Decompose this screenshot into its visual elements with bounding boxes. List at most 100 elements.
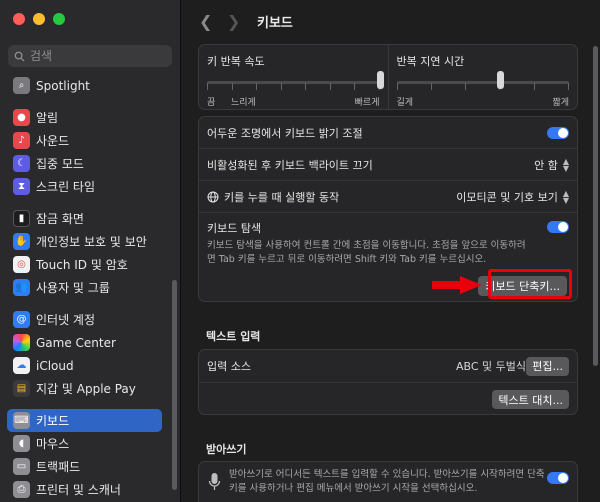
backlight-off-select[interactable]: 안 함 ▲ ▼ (534, 157, 569, 173)
key-repeat-slider[interactable] (376, 71, 384, 89)
sidebar-item-mouse[interactable]: ◖ 마우스 (7, 432, 162, 455)
main-scrollbar[interactable] (593, 46, 598, 366)
delay-label: 반복 지연 시간 (396, 55, 465, 68)
moon-icon: ☾ (13, 155, 30, 172)
up-down-chevron-icon: ▲ ▼ (562, 156, 569, 173)
sidebar-item-game-center[interactable]: Game Center (7, 331, 162, 354)
sidebar-item-label: Touch ID 및 암호 (36, 258, 128, 272)
key-repeat-rate: 키 반복 속도 끔 느리게 빠르게 (199, 45, 388, 109)
sidebar-item-label: 사용자 및 그룹 (36, 281, 110, 295)
window-controls (13, 13, 65, 25)
up-down-chevron-icon: ▲ ▼ (562, 188, 569, 205)
sound-icon: ♪ (13, 132, 30, 149)
text-replacements-button[interactable]: 텍스트 대치... (492, 390, 569, 409)
dictation-heading: 받아쓰기 (206, 443, 247, 456)
sidebar-item-wallet[interactable]: ▤ 지갑 및 Apple Pay (7, 377, 162, 400)
dictation-card: 받아쓰기로 어디서든 텍스트를 입력할 수 있습니다. 받아쓰기를 시작하려면 … (198, 461, 578, 502)
delay-max-label: 짧게 (552, 98, 569, 108)
trackpad-icon: ▭ (13, 458, 30, 475)
delay-ticks (396, 73, 570, 90)
backlight-toggle[interactable] (547, 126, 569, 139)
cloud-icon: ☁ (13, 357, 30, 374)
keyboard-navigation-label: 키보드 탐색 (207, 222, 262, 235)
toolbar: ❮ ❯ 키보드 (182, 0, 600, 42)
sidebar-item-label: Game Center (36, 335, 116, 350)
sidebar-item-spotlight[interactable]: ⌕ Spotlight (7, 74, 162, 97)
backlight-off-label: 비활성화된 후 키보드 백라이트 끄기 (207, 158, 373, 172)
spotlight-icon: ⌕ (13, 77, 30, 94)
dictation-toggle[interactable] (547, 472, 569, 484)
sidebar-item-screen-time[interactable]: ⧗ 스크린 타임 (7, 175, 162, 198)
globe-icon (207, 191, 219, 202)
sidebar-item-label: 인터넷 계정 (36, 313, 96, 327)
sidebar-item-label: iCloud (36, 358, 74, 373)
backlight-off-value: 안 함 (534, 158, 558, 172)
backlight-label: 어두운 조명에서 키보드 밝기 조절 (207, 126, 363, 140)
minimize-window-button[interactable] (33, 13, 45, 25)
game-center-icon (13, 334, 30, 351)
keyboard-navigation-toggle[interactable] (547, 221, 569, 233)
sidebar-item-users[interactable]: 👥 사용자 및 그룹 (7, 276, 162, 299)
users-icon: 👥 (13, 279, 30, 296)
forward-chevron-icon[interactable]: ❯ (227, 12, 255, 31)
mouse-icon: ◖ (13, 435, 30, 452)
sidebar-item-label: 키보드 (36, 414, 70, 428)
text-input-card: 입력 소스 ABC 및 두벌식 편집... 텍스트 대치... (198, 349, 578, 415)
sidebar-item-internet-accounts[interactable]: @ 인터넷 계정 (7, 308, 162, 331)
zoom-window-button[interactable] (53, 13, 65, 25)
printer-icon: ⎙ (13, 481, 30, 498)
main-pane: ❮ ❯ 키보드 키 반복 속도 끔 느리게 빠르게 반복 지연 시간 길게 짧게… (182, 0, 600, 502)
page-title: 키보드 (257, 15, 293, 31)
input-sources-value: ABC 및 두벌식 (455, 360, 526, 373)
keyboard-icon: ⌨ (13, 412, 30, 429)
delay-slider[interactable] (496, 71, 504, 89)
sidebar-item-label: 사운드 (36, 134, 70, 148)
sidebar-item-label: 잠금 화면 (36, 212, 84, 226)
sidebar-item-printers[interactable]: ⎙ 프린터 및 스캐너 (7, 478, 162, 501)
key-repeat-mid-label: 느리게 (231, 98, 256, 108)
hourglass-icon: ⧗ (13, 178, 30, 195)
back-chevron-icon[interactable]: ❮ (199, 12, 227, 31)
dictation-description: 받아쓰기로 어디서든 텍스트를 입력할 수 있습니다. 받아쓰기를 시작하려면 … (229, 469, 545, 494)
hand-icon: ✋ (13, 233, 30, 250)
wallet-icon: ▤ (13, 380, 30, 397)
red-arrow-icon (432, 276, 482, 294)
sidebar-item-label: 개인정보 보호 및 보안 (36, 235, 147, 249)
backlight-row: 어두운 조명에서 키보드 밝기 조절 (199, 117, 577, 149)
sidebar-item-sound[interactable]: ♪ 사운드 (7, 129, 162, 152)
sidebar-item-trackpad[interactable]: ▭ 트랙패드 (7, 455, 162, 478)
sidebar-scrollbar[interactable] (172, 280, 177, 490)
sidebar-item-focus[interactable]: ☾ 집중 모드 (7, 152, 162, 175)
keyboard-navigation-description: 키보드 탐색을 사용하여 컨트롤 간에 초점을 이동합니다. 초점을 앞으로 이… (207, 240, 526, 265)
sidebar-item-keyboard[interactable]: ⌨ 키보드 (7, 409, 162, 432)
sidebar-item-icloud[interactable]: ☁ iCloud (7, 354, 162, 377)
sidebar: ⌕ Spotlight ● 알림 ♪ 사운드 ☾ 집중 모드 ⧗ 스크린 타임 ▮ 잠금 화… (0, 0, 181, 502)
bell-icon: ● (13, 109, 30, 126)
close-window-button[interactable] (13, 13, 25, 25)
repeat-settings-card: 키 반복 속도 끔 느리게 빠르게 반복 지연 시간 길게 짧게 (198, 44, 578, 110)
sidebar-item-notifications[interactable]: ● 알림 (7, 106, 162, 129)
sidebar-item-label: 프린터 및 스캐너 (36, 483, 121, 497)
sidebar-item-label: 마우스 (36, 437, 70, 451)
search-input[interactable] (30, 49, 160, 63)
sidebar-item-label: 집중 모드 (36, 157, 84, 171)
sidebar-item-label: 스크린 타임 (36, 180, 96, 194)
sidebar-item-label: 지갑 및 Apple Pay (36, 382, 136, 396)
sidebar-item-touch-id[interactable]: ◎ Touch ID 및 암호 (7, 253, 162, 276)
globe-key-label: 키를 누를 때 실행할 동작 (224, 190, 340, 204)
input-sources-row: 입력 소스 ABC 및 두벌식 편집... (199, 350, 577, 383)
edit-input-sources-button[interactable]: 편집... (526, 356, 569, 376)
fingerprint-icon: ◎ (13, 256, 30, 273)
sidebar-item-label: 트랙패드 (36, 460, 81, 474)
backlight-off-row: 비활성화된 후 키보드 백라이트 끄기 안 함 ▲ ▼ (199, 149, 577, 181)
highlight-box (488, 269, 572, 299)
delay-until-repeat: 반복 지연 시간 길게 짧게 (387, 45, 578, 109)
globe-key-select[interactable]: 이모티콘 및 기호 보기 ▲ ▼ (456, 189, 569, 205)
globe-key-value: 이모티콘 및 기호 보기 (456, 190, 558, 204)
search-field[interactable] (8, 45, 172, 67)
input-sources-label: 입력 소스 (207, 360, 251, 373)
sidebar-item-privacy[interactable]: ✋ 개인정보 보호 및 보안 (7, 230, 162, 253)
sidebar-item-lock-screen[interactable]: ▮ 잠금 화면 (7, 207, 162, 230)
sidebar-item-label: 알림 (36, 111, 59, 125)
microphone-icon (208, 473, 221, 490)
